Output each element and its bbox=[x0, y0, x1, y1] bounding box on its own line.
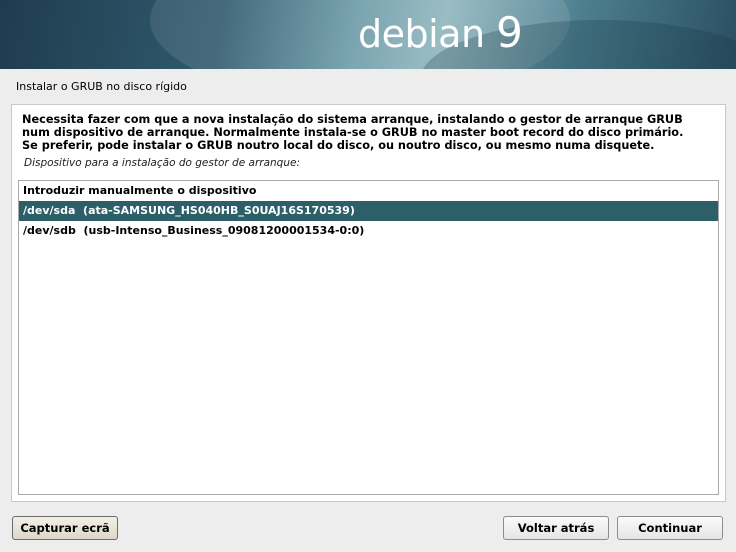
description-line: Se preferir, pode instalar o GRUB noutro… bbox=[22, 139, 655, 152]
description-line: Necessita fazer com que a nova instalaçã… bbox=[22, 113, 683, 126]
back-button[interactable]: Voltar atrás bbox=[503, 516, 609, 540]
list-item-dev-sdb[interactable]: /dev/sdb (usb-Intenso_Business_090812000… bbox=[19, 221, 718, 241]
debian-banner: debian 9 bbox=[0, 0, 736, 69]
device-list[interactable]: Introduzir manualmente o dispositivo /de… bbox=[18, 180, 719, 495]
brand-version: 9 bbox=[496, 8, 523, 57]
list-item-manual-entry[interactable]: Introduzir manualmente o dispositivo bbox=[19, 181, 718, 201]
list-item-dev-sda[interactable]: /dev/sda (ata-SAMSUNG_HS040HB_S0UAJ16S17… bbox=[19, 201, 718, 221]
description-line: num dispositivo de arranque. Normalmente… bbox=[22, 126, 684, 139]
brand-name: debian bbox=[358, 12, 485, 56]
description: Necessita fazer com que a nova instalaçã… bbox=[22, 113, 712, 152]
screenshot-button[interactable]: Capturar ecrã bbox=[12, 516, 118, 540]
page-title: Instalar o GRUB no disco rígido bbox=[16, 80, 187, 93]
debian-logo-text: debian 9 bbox=[358, 8, 523, 57]
content-panel: Necessita fazer com que a nova instalaçã… bbox=[11, 104, 726, 502]
question-label: Dispositivo para a instalação do gestor … bbox=[24, 157, 300, 169]
continue-button[interactable]: Continuar bbox=[617, 516, 723, 540]
